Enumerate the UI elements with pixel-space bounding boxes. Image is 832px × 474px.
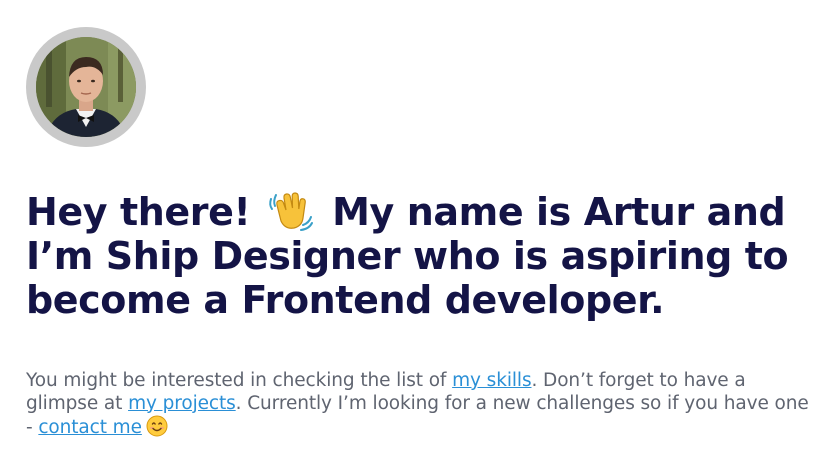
waving-hand-icon [267,191,314,231]
page-title: Hey there! My name is Artur and I’m Ship… [26,190,816,322]
intro-paragraph: You might be interested in checking the … [26,370,816,440]
avatar-ring [26,27,146,147]
my-projects-link[interactable]: my projects [128,393,236,414]
avatar [36,37,136,137]
my-skills-link[interactable]: my skills [452,370,531,391]
smiling-face-icon [146,415,168,437]
headline-greeting: Hey there! [26,190,251,234]
intro-text-1: You might be interested in checking the … [26,370,453,391]
contact-me-link[interactable]: contact me [38,417,142,438]
